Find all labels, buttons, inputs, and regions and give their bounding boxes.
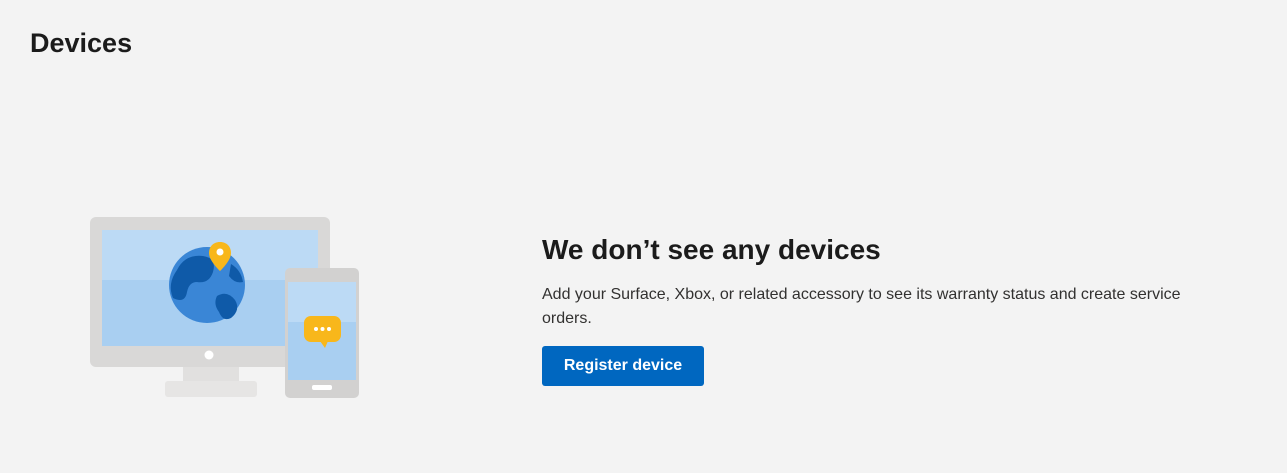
page-title: Devices [30, 28, 133, 58]
empty-state: We don’t see any devices Add your Surfac… [542, 230, 1242, 386]
devices-illustration [85, 212, 365, 402]
devices-illustration-graphic [90, 217, 359, 398]
devices-page: Devices We don’t see any devices Add you… [0, 0, 1287, 473]
register-device-button[interactable]: Register device [542, 346, 704, 386]
empty-state-heading: We don’t see any devices [542, 234, 881, 265]
globe-icon [169, 247, 245, 323]
empty-state-description: Add your Surface, Xbox, or related acces… [542, 286, 1181, 327]
